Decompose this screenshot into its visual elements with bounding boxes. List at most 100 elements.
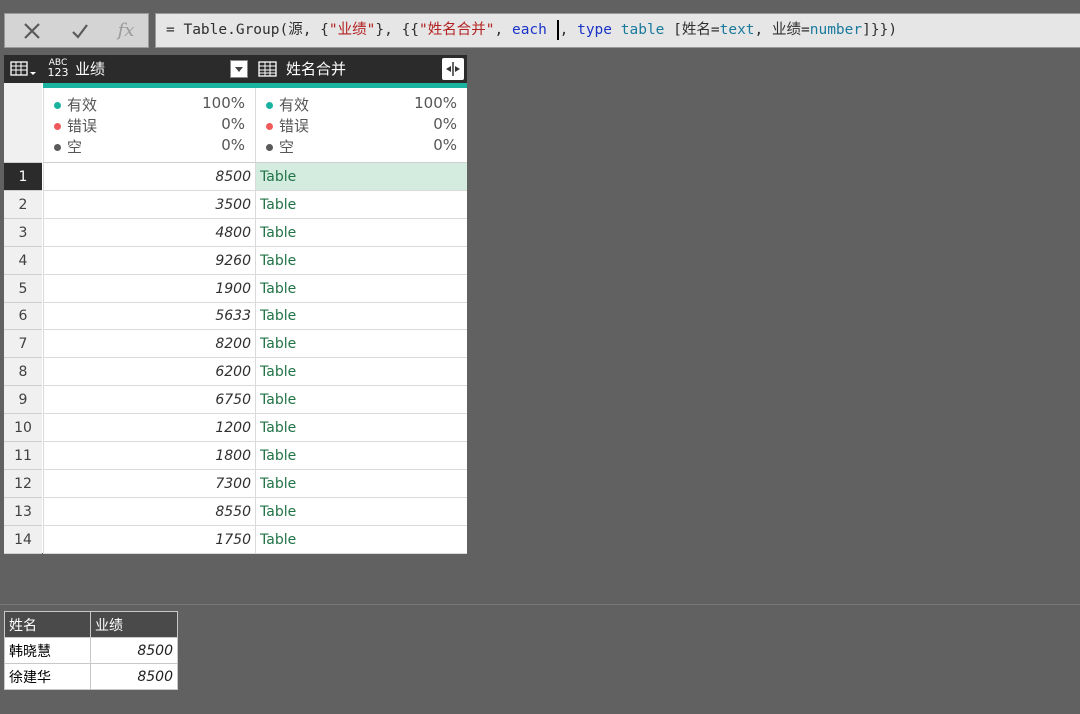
column-header-yeji[interactable]: ABC 123 业绩 <box>44 55 254 83</box>
stat-empty: 空 0% <box>54 136 245 157</box>
stat-value: 0% <box>433 136 457 154</box>
formula-text-part: , 业绩= <box>754 22 810 38</box>
value-cell[interactable]: 8550 <box>43 498 255 526</box>
formula-keyword-part: each <box>511 22 547 38</box>
row-number[interactable]: 7 <box>4 330 42 358</box>
formula-keyword-part: type <box>577 22 613 38</box>
stats-rownum-blank <box>4 83 42 163</box>
row-number[interactable]: 13 <box>4 498 42 526</box>
stat-empty: 空 0% <box>266 136 457 157</box>
row-number[interactable]: 4 <box>4 247 42 275</box>
row-number[interactable]: 14 <box>4 526 42 554</box>
detail-cell: 8500 <box>90 637 178 664</box>
close-icon[interactable] <box>9 14 55 47</box>
stat-value: 100% <box>414 94 457 112</box>
stat-label: 有效 <box>67 96 98 114</box>
value-cell[interactable]: 1200 <box>43 414 255 442</box>
table-link-cell[interactable]: Table <box>255 330 467 358</box>
row-number[interactable]: 3 <box>4 219 42 247</box>
stat-valid: 有效 100% <box>266 94 457 115</box>
table-link-cell[interactable]: Table <box>255 163 467 191</box>
formula-type-part: text <box>719 22 755 38</box>
row-number[interactable]: 6 <box>4 303 42 330</box>
row-number[interactable]: 8 <box>4 358 42 386</box>
detail-table: 姓名 业绩 韩晓慧 8500 徐建华 8500 <box>4 611 178 690</box>
valid-dot-icon <box>54 102 61 109</box>
dropdown-filter-icon[interactable] <box>230 60 248 78</box>
table-link-cell[interactable]: Table <box>255 442 467 470</box>
table-link-cell[interactable]: Table <box>255 191 467 219</box>
column-title: 业绩 <box>75 60 106 78</box>
fx-icon[interactable]: fx <box>103 14 149 47</box>
error-dot-icon <box>54 123 61 130</box>
row-number[interactable]: 12 <box>4 470 42 498</box>
row-number[interactable]: 1 <box>4 163 42 191</box>
formula-string-part: "业绩" <box>328 22 376 38</box>
table-link-cell[interactable]: Table <box>255 498 467 526</box>
expand-columns-icon[interactable] <box>442 58 464 80</box>
detail-row: 韩晓慧 8500 <box>4 637 178 664</box>
table-link-cell[interactable]: Table <box>255 526 467 554</box>
empty-dot-icon <box>54 144 61 151</box>
divider <box>0 604 1080 605</box>
table-link-cell[interactable]: Table <box>255 470 467 498</box>
formula-type-part: table <box>620 22 665 38</box>
formula-text-part: , <box>494 22 512 38</box>
formula-text-part: [姓名= <box>664 22 720 38</box>
table-type-icon <box>258 60 278 82</box>
stat-value: 0% <box>221 115 245 133</box>
value-cell[interactable]: 4800 <box>43 219 255 247</box>
stat-value: 0% <box>221 136 245 154</box>
table-link-cell[interactable]: Table <box>255 358 467 386</box>
column-header-name-merge[interactable]: 姓名合并 <box>256 55 467 83</box>
stat-label: 有效 <box>279 96 310 114</box>
value-cell[interactable]: 9260 <box>43 247 255 275</box>
column-quality-stats: 有效 100% 错误 0% 空 0% <box>43 88 255 163</box>
row-number[interactable]: 10 <box>4 414 42 442</box>
column-title: 姓名合并 <box>286 60 347 78</box>
value-cell[interactable]: 5633 <box>43 303 255 330</box>
value-cell[interactable]: 6750 <box>43 386 255 414</box>
detail-header-cell: 业绩 <box>90 611 178 638</box>
value-cell[interactable]: 7300 <box>43 470 255 498</box>
detail-cell: 徐建华 <box>4 663 91 690</box>
table-link-cell[interactable]: Table <box>255 414 467 442</box>
detail-header-row: 姓名 业绩 <box>4 611 178 638</box>
table-link-cell[interactable]: Table <box>255 219 467 247</box>
detail-row: 徐建华 8500 <box>4 663 178 690</box>
value-cell[interactable]: 1800 <box>43 442 255 470</box>
stat-error: 错误 0% <box>54 115 245 136</box>
valid-dot-icon <box>266 102 273 109</box>
formula-input[interactable]: = Table.Group(源, {"业绩"}, {{"姓名合并", each … <box>155 13 1080 48</box>
row-number[interactable]: 11 <box>4 442 42 470</box>
detail-cell: 韩晓慧 <box>4 637 91 664</box>
stat-value: 100% <box>202 94 245 112</box>
formula-text-part: , <box>559 22 578 38</box>
value-cell[interactable]: 1900 <box>43 275 255 303</box>
table-link-cell[interactable]: Table <box>255 386 467 414</box>
empty-dot-icon <box>266 144 273 151</box>
value-cell[interactable]: 8200 <box>43 330 255 358</box>
detail-cell: 8500 <box>90 663 178 690</box>
stat-value: 0% <box>433 115 457 133</box>
stat-error: 错误 0% <box>266 115 457 136</box>
value-cell[interactable]: 8500 <box>43 163 255 191</box>
row-number[interactable]: 9 <box>4 386 42 414</box>
value-cell[interactable]: 6200 <box>43 358 255 386</box>
detail-header-cell: 姓名 <box>4 611 91 638</box>
error-dot-icon <box>266 123 273 130</box>
row-number[interactable]: 2 <box>4 191 42 219</box>
value-cell[interactable]: 3500 <box>43 191 255 219</box>
stat-label: 空 <box>279 138 295 156</box>
check-icon[interactable] <box>57 14 103 47</box>
value-cell[interactable]: 1750 <box>43 526 255 554</box>
row-number[interactable]: 5 <box>4 275 42 303</box>
stat-label: 空 <box>67 138 83 156</box>
formula-text-part: ]}}) <box>862 22 898 38</box>
table-link-cell[interactable]: Table <box>255 303 467 330</box>
table-link-cell[interactable]: Table <box>255 275 467 303</box>
formula-string-part: "姓名合并" <box>419 22 495 38</box>
table-link-cell[interactable]: Table <box>255 247 467 275</box>
table-menu-icon[interactable] <box>4 55 42 83</box>
abc123-type-icon[interactable]: ABC 123 <box>46 58 70 78</box>
